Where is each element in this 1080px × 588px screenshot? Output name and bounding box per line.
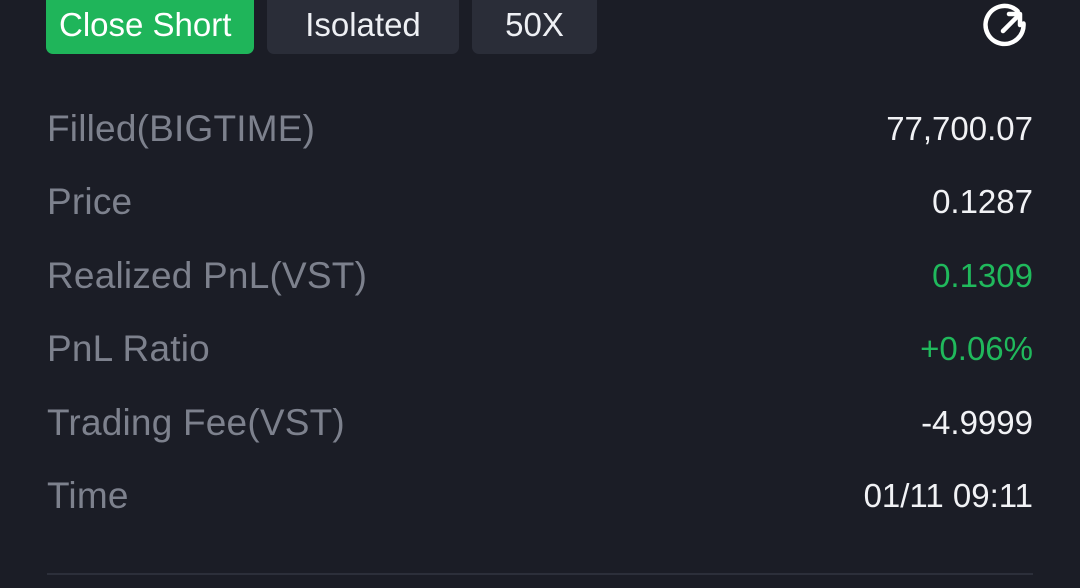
- detail-row-time: Time 01/11 09:11: [47, 460, 1033, 534]
- pnl-ratio-label: PnL Ratio: [47, 328, 210, 370]
- time-value: 01/11 09:11: [863, 477, 1033, 515]
- share-icon: [983, 3, 1026, 47]
- detail-row-price: Price 0.1287: [47, 166, 1033, 240]
- price-value: 0.1287: [932, 183, 1033, 221]
- filled-label: Filled(BIGTIME): [47, 107, 316, 149]
- leverage-tag: 50X: [472, 0, 597, 54]
- filled-value: 77,700.07: [886, 109, 1033, 147]
- price-label: Price: [47, 181, 133, 223]
- direction-tag: Close Short: [46, 0, 254, 54]
- margin-mode-tag: Isolated: [267, 0, 459, 54]
- order-tags: Close Short Isolated 50X: [46, 0, 597, 54]
- detail-row-pnl-ratio: PnL Ratio +0.06%: [47, 313, 1033, 387]
- trading-fee-value: -4.9999: [921, 403, 1033, 441]
- trading-fee-label: Trading Fee(VST): [47, 401, 345, 443]
- realized-pnl-label: Realized PnL(VST): [47, 254, 368, 296]
- detail-row-filled: Filled(BIGTIME) 77,700.07: [47, 92, 1033, 166]
- order-details: Filled(BIGTIME) 77,700.07 Price 0.1287 R…: [47, 92, 1033, 533]
- detail-row-trading-fee: Trading Fee(VST) -4.9999: [47, 386, 1033, 460]
- divider: [47, 573, 1033, 575]
- time-label: Time: [47, 475, 129, 517]
- detail-row-realized-pnl: Realized PnL(VST) 0.1309: [47, 239, 1033, 313]
- pnl-ratio-value: +0.06%: [920, 330, 1033, 368]
- share-button[interactable]: [979, 2, 1031, 52]
- realized-pnl-value: 0.1309: [932, 256, 1033, 294]
